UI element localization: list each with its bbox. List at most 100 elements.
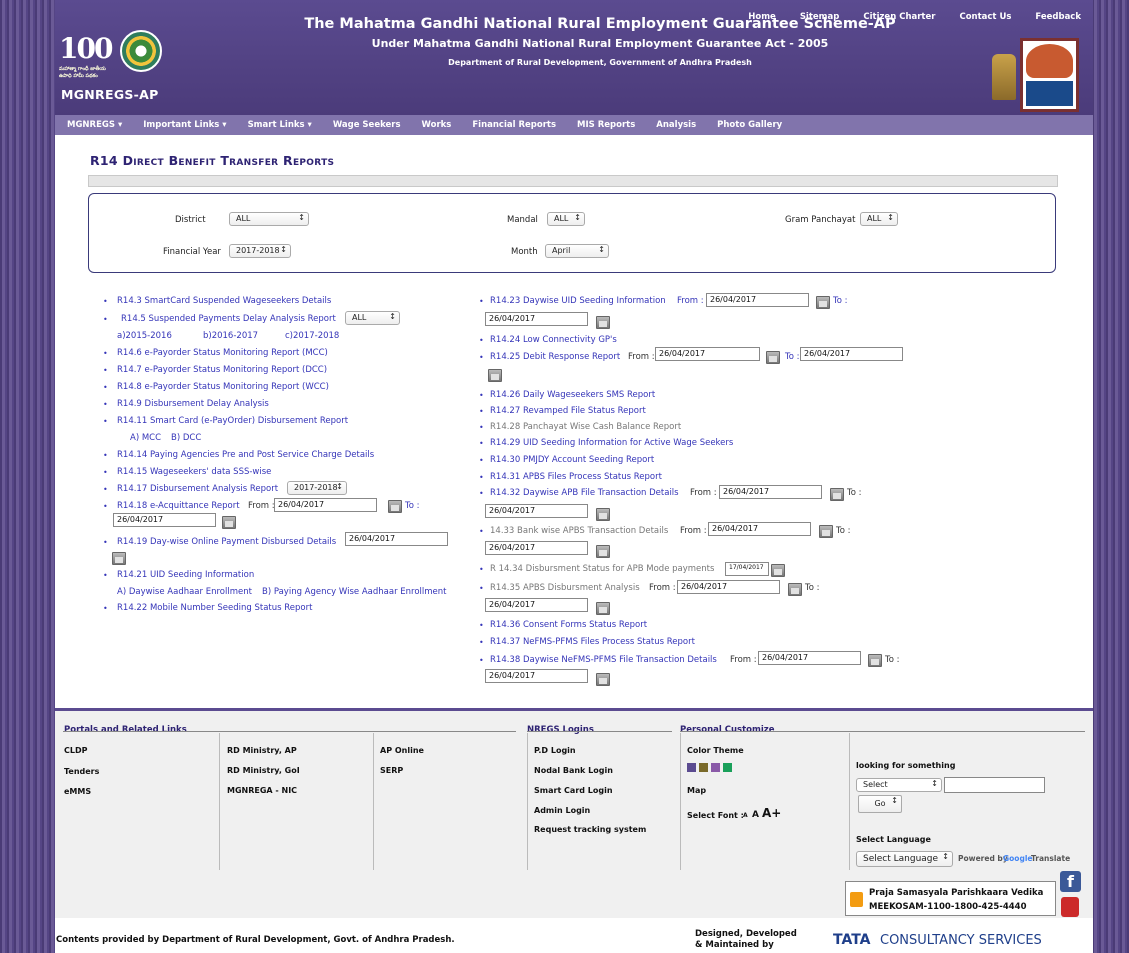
theme-swatch-violet[interactable] <box>711 763 720 772</box>
request-tracking-link[interactable]: Request tracking system <box>534 825 646 834</box>
r14-5-link[interactable]: R14.5 Suspended Payments Delay Analysis … <box>121 314 336 324</box>
search-input[interactable] <box>944 777 1045 793</box>
r14-18-from-date[interactable]: 26/04/2017 <box>274 498 377 512</box>
r14-35-from-date[interactable]: 26/04/2017 <box>677 580 780 594</box>
r14-33-from-date[interactable]: 26/04/2017 <box>708 522 811 536</box>
r14-19-link[interactable]: R14.19 Day-wise Online Payment Disbursed… <box>117 537 336 547</box>
gram-panchayat-select[interactable]: ALL <box>860 212 898 226</box>
r14-21-link[interactable]: R14.21 UID Seeding Information <box>117 570 254 580</box>
r14-25-link[interactable]: R14.25 Debit Response Report <box>490 352 620 362</box>
tenders-link[interactable]: Tenders <box>64 767 99 776</box>
r14-37-link[interactable]: R14.37 NeFMS-PFMS Files Process Status R… <box>490 637 695 647</box>
r14-8-link[interactable]: R14.8 e-Payorder Status Monitoring Repor… <box>117 382 329 392</box>
nodal-bank-login-link[interactable]: Nodal Bank Login <box>534 766 613 775</box>
r14-27-link[interactable]: R14.27 Revamped File Status Report <box>490 406 646 416</box>
r14-32-to-date[interactable]: 26/04/2017 <box>485 504 588 518</box>
calendar-icon[interactable] <box>816 296 830 309</box>
calendar-icon[interactable] <box>596 602 610 615</box>
r14-26-link[interactable]: R14.26 Daily Wageseekers SMS Report <box>490 390 655 400</box>
calendar-icon[interactable] <box>766 351 780 364</box>
nav-photo-gallery[interactable]: Photo Gallery <box>717 120 782 130</box>
serp-link[interactable]: SERP <box>380 766 403 775</box>
r14-9-link[interactable]: R14.9 Disbursement Delay Analysis <box>117 399 269 409</box>
r14-23-from-date[interactable]: 26/04/2017 <box>706 293 809 307</box>
r14-33-to-date[interactable]: 26/04/2017 <box>485 541 588 555</box>
smart-card-login-link[interactable]: Smart Card Login <box>534 786 613 795</box>
calendar-icon[interactable] <box>596 508 610 521</box>
mgnrega-nic-link[interactable]: MGNREGA - NIC <box>227 786 297 795</box>
calendar-icon[interactable] <box>830 488 844 501</box>
r14-38-link[interactable]: R14.38 Daywise NeFMS-PFMS File Transacti… <box>490 655 717 665</box>
r14-5-2015-link[interactable]: a)2015-2016 <box>117 331 172 341</box>
theme-swatch-purple[interactable] <box>687 763 696 772</box>
r14-23-link[interactable]: R14.23 Daywise UID Seeding Information <box>490 296 666 306</box>
rd-ministry-ap-link[interactable]: RD Ministry, AP <box>227 746 297 755</box>
r14-15-link[interactable]: R14.15 Wageseekers' data SSS-wise <box>117 467 271 477</box>
language-select[interactable]: Select Language <box>856 851 953 867</box>
r14-21-daywise-link[interactable]: A) Daywise Aadhaar Enrollment <box>117 587 252 597</box>
r14-5-2017-link[interactable]: c)2017-2018 <box>285 331 339 341</box>
r14-11-mcc-link[interactable]: A) MCC <box>130 433 161 443</box>
nav-important-links[interactable]: Important Links ▾ <box>143 120 226 130</box>
emms-link[interactable]: eMMS <box>64 787 91 796</box>
r14-25-from-date[interactable]: 26/04/2017 <box>655 347 760 361</box>
r14-19-date[interactable]: 26/04/2017 <box>345 532 448 546</box>
calendar-icon[interactable] <box>596 316 610 329</box>
font-small-button[interactable]: A <box>743 812 748 819</box>
financial-year-select[interactable]: 2017-2018 <box>229 244 291 258</box>
youtube-icon[interactable] <box>1061 897 1079 917</box>
calendar-icon[interactable] <box>596 673 610 686</box>
nav-mis-reports[interactable]: MIS Reports <box>577 120 635 130</box>
nav-smart-links[interactable]: Smart Links ▾ <box>248 120 312 130</box>
r14-34-date[interactable]: 17/04/2017 <box>725 562 769 576</box>
calendar-icon[interactable] <box>788 583 802 596</box>
r14-38-to-date[interactable]: 26/04/2017 <box>485 669 588 683</box>
r14-6-link[interactable]: R14.6 e-Payorder Status Monitoring Repor… <box>117 348 328 358</box>
nav-wage-seekers[interactable]: Wage Seekers <box>333 120 401 130</box>
theme-swatch-olive[interactable] <box>699 763 708 772</box>
calendar-icon[interactable] <box>112 552 126 565</box>
mandal-select[interactable]: ALL <box>547 212 585 226</box>
ap-online-link[interactable]: AP Online <box>380 746 424 755</box>
r14-11-dcc-link[interactable]: B) DCC <box>171 433 201 443</box>
r14-14-link[interactable]: R14.14 Paying Agencies Pre and Post Serv… <box>117 450 374 460</box>
r14-35-to-date[interactable]: 26/04/2017 <box>485 598 588 612</box>
pd-login-link[interactable]: P.D Login <box>534 746 576 755</box>
facebook-icon[interactable]: f <box>1060 871 1081 892</box>
nav-works[interactable]: Works <box>422 120 452 130</box>
theme-swatch-green[interactable] <box>723 763 732 772</box>
font-medium-button[interactable]: A <box>752 810 759 820</box>
r14-21-agency-link[interactable]: B) Paying Agency Wise Aadhaar Enrollment <box>262 587 447 597</box>
font-large-button[interactable]: A+ <box>762 806 781 820</box>
go-button[interactable]: Go <box>858 795 902 813</box>
month-select[interactable]: April <box>545 244 609 258</box>
rd-ministry-goi-link[interactable]: RD Ministry, GoI <box>227 766 300 775</box>
calendar-icon[interactable] <box>596 545 610 558</box>
calendar-icon[interactable] <box>868 654 882 667</box>
nav-mgnregs[interactable]: MGNREGS ▾ <box>67 120 122 130</box>
contact-us-link[interactable]: Contact Us <box>959 12 1011 22</box>
calendar-icon[interactable] <box>771 564 785 577</box>
nav-analysis[interactable]: Analysis <box>656 120 696 130</box>
r14-11-link[interactable]: R14.11 Smart Card (e-PayOrder) Disbursem… <box>117 416 348 426</box>
district-select[interactable]: ALL <box>229 212 309 226</box>
r14-18-link[interactable]: R14.18 e-Acquittance Report <box>117 501 240 511</box>
r14-36-link[interactable]: R14.36 Consent Forms Status Report <box>490 620 647 630</box>
r14-32-from-date[interactable]: 26/04/2017 <box>719 485 822 499</box>
map-link[interactable]: Map <box>687 786 706 795</box>
r14-18-to-date[interactable]: 26/04/2017 <box>113 513 216 527</box>
r14-17-link[interactable]: R14.17 Disbursement Analysis Report <box>117 484 278 494</box>
r14-38-from-date[interactable]: 26/04/2017 <box>758 651 861 665</box>
calendar-icon[interactable] <box>488 369 502 382</box>
calendar-icon[interactable] <box>819 525 833 538</box>
calendar-icon[interactable] <box>388 500 402 513</box>
nav-financial-reports[interactable]: Financial Reports <box>472 120 556 130</box>
search-category-select[interactable]: Select <box>856 778 942 792</box>
cldp-link[interactable]: CLDP <box>64 746 87 755</box>
r14-5-select[interactable]: ALL <box>345 311 400 325</box>
r14-31-link[interactable]: R14.31 APBS Files Process Status Report <box>490 472 662 482</box>
r14-30-link[interactable]: R14.30 PMJDY Account Seeding Report <box>490 455 654 465</box>
r14-23-to-date[interactable]: 26/04/2017 <box>485 312 588 326</box>
r14-7-link[interactable]: R14.7 e-Payorder Status Monitoring Repor… <box>117 365 327 375</box>
r14-29-link[interactable]: R14.29 UID Seeding Information for Activ… <box>490 438 733 448</box>
